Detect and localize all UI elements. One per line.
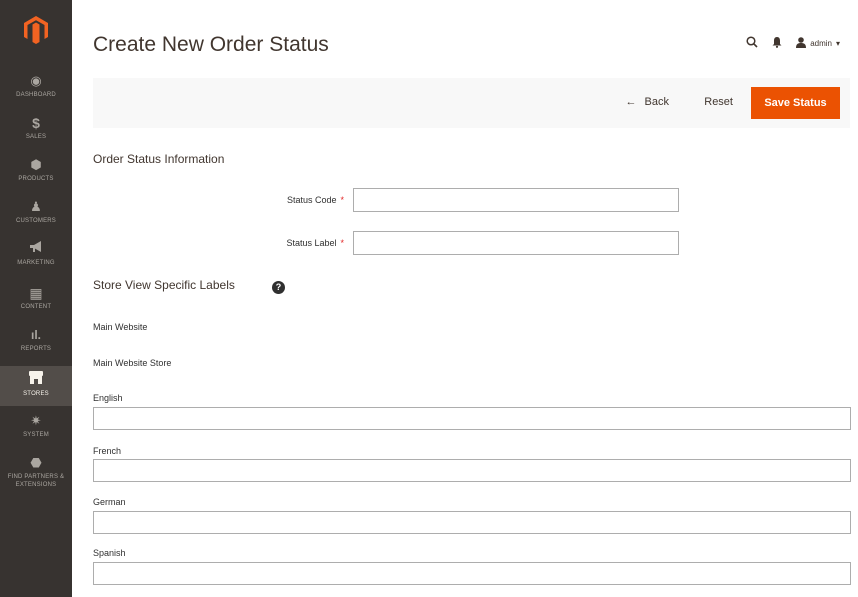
person-icon: ♟: [30, 199, 42, 214]
status-label-label-text: Status Label: [286, 238, 337, 248]
page-actions-bar: ← Back Reset Save Status: [93, 78, 850, 128]
store-view-labels-title: Store View Specific Labels: [93, 278, 235, 292]
chevron-down-icon: ▾: [835, 39, 840, 48]
spanish-label: Spanish: [93, 548, 126, 558]
bell-icon[interactable]: [772, 36, 782, 51]
sidebar-item-label: REPORTS: [20, 346, 52, 352]
sidebar-item-label: SALES: [25, 134, 47, 140]
sidebar-item-label: CUSTOMERS: [15, 218, 57, 224]
english-label-input[interactable]: [93, 407, 851, 430]
status-label-label: Status Label *: [224, 238, 344, 248]
sidebar-item-label: SYSTEM: [23, 432, 49, 438]
required-asterisk: *: [340, 238, 344, 248]
user-icon: [796, 37, 807, 50]
sidebar-item-label: MARKETING: [17, 260, 55, 266]
megaphone-icon: [0, 240, 72, 258]
user-menu[interactable]: admin ▾: [796, 37, 840, 50]
store-name: Main Website Store: [93, 358, 172, 368]
header-actions: admin ▾: [746, 36, 840, 51]
german-label: German: [93, 497, 126, 507]
sidebar-item-label: CONTENT: [20, 304, 52, 310]
back-button[interactable]: ← Back: [626, 96, 669, 108]
status-code-label-text: Status Code: [286, 195, 337, 205]
status-code-label: Status Code *: [224, 195, 344, 205]
sidebar-item-label: PRODUCTS: [18, 176, 54, 182]
sidebar-item-marketing[interactable]: MARKETING: [0, 240, 72, 270]
sidebar-item-label: FIND PARTNERS & EXTENSIONS: [7, 474, 65, 488]
order-status-info-title: Order Status Information: [93, 152, 225, 166]
sidebar-item-stores[interactable]: STORES: [0, 366, 72, 406]
search-icon[interactable]: [746, 36, 758, 51]
french-label: French: [93, 446, 122, 456]
french-label-input[interactable]: [93, 459, 851, 482]
gear-icon: ✷: [30, 413, 42, 428]
status-code-input[interactable]: [353, 188, 679, 212]
page-title: Create New Order Status: [93, 33, 329, 56]
back-button-label: Back: [644, 96, 669, 108]
storefront-icon: [0, 371, 72, 389]
sidebar-item-find-partners[interactable]: ⬣ FIND PARTNERS & EXTENSIONS: [0, 454, 72, 494]
reset-button[interactable]: Reset: [704, 96, 733, 108]
sidebar-item-system[interactable]: ✷ SYSTEM: [0, 412, 72, 442]
user-name: admin: [810, 39, 832, 48]
top-strip: [72, 0, 858, 8]
status-label-input[interactable]: [353, 231, 679, 255]
cube-stack-icon: ⬣: [30, 455, 42, 470]
layout-icon: ▦: [29, 285, 43, 301]
sidebar-item-content[interactable]: ▦ CONTENT: [0, 284, 72, 314]
sidebar-item-dashboard[interactable]: ◉ DASHBOARD: [0, 72, 72, 102]
sidebar-item-label: STORES: [23, 391, 49, 397]
sidebar-item-reports[interactable]: ıl. REPORTS: [0, 326, 72, 356]
required-asterisk: *: [340, 195, 344, 205]
english-label: English: [93, 393, 123, 403]
dashboard-icon: ◉: [30, 73, 42, 88]
dollar-icon: $: [32, 115, 40, 131]
spanish-label-input[interactable]: [93, 562, 851, 585]
bar-chart-icon: ıl.: [30, 328, 41, 342]
help-icon[interactable]: ?: [272, 281, 285, 294]
cube-icon: ⬢: [30, 157, 42, 172]
magento-logo-icon[interactable]: [0, 16, 72, 56]
website-name: Main Website: [93, 322, 148, 332]
sidebar-item-customers[interactable]: ♟ CUSTOMERS: [0, 198, 72, 228]
admin-sidebar: ◉ DASHBOARD $ SALES ⬢ PRODUCTS ♟ CUSTOME…: [0, 0, 72, 597]
sidebar-item-sales[interactable]: $ SALES: [0, 114, 72, 144]
sidebar-item-label: DASHBOARD: [16, 92, 56, 98]
save-status-button[interactable]: Save Status: [751, 87, 840, 119]
german-label-input[interactable]: [93, 511, 851, 534]
arrow-left-icon: ←: [625, 96, 637, 108]
sidebar-item-products[interactable]: ⬢ PRODUCTS: [0, 156, 72, 186]
